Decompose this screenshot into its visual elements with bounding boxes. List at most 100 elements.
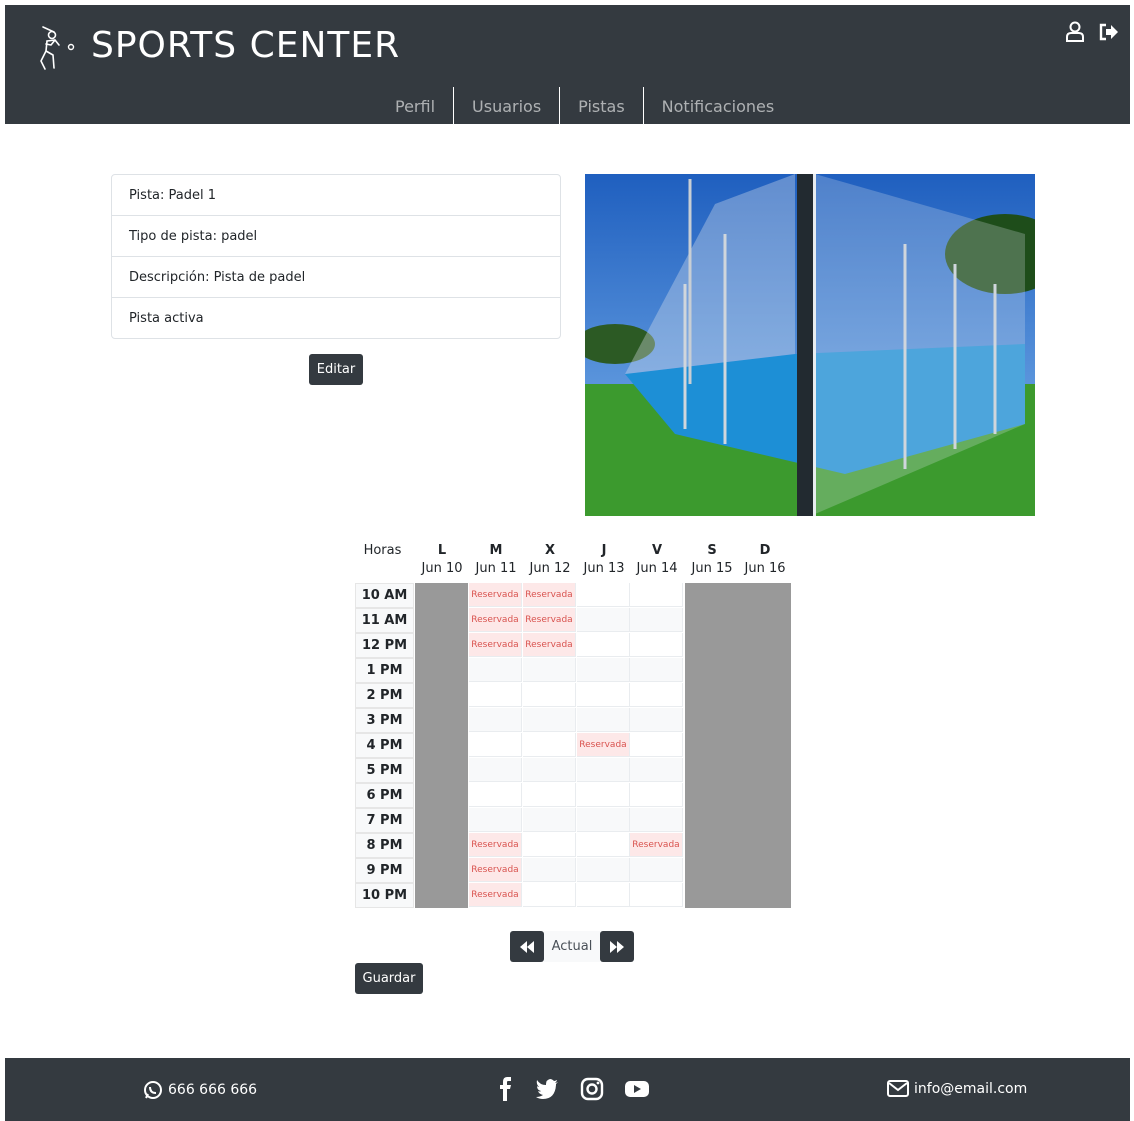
free-slot[interactable]	[577, 833, 630, 857]
free-slot[interactable]	[577, 658, 630, 682]
free-slot[interactable]	[577, 808, 630, 832]
free-slot[interactable]	[577, 608, 630, 632]
free-slot[interactable]	[523, 808, 576, 832]
nav-pistas[interactable]: Pistas	[559, 87, 643, 124]
reserved-slot: Reservada	[523, 583, 576, 607]
closed-slot	[685, 733, 738, 758]
brand-title[interactable]: SPORTS CENTER	[91, 25, 400, 66]
baseball-player-icon	[40, 26, 75, 70]
free-slot[interactable]	[523, 758, 576, 782]
free-slot[interactable]	[630, 858, 683, 882]
hour-label: 4 PM	[355, 733, 414, 758]
double-chevron-right-icon	[610, 940, 624, 953]
free-slot[interactable]	[630, 783, 683, 807]
free-slot[interactable]	[630, 683, 683, 707]
reserved-slot: Reservada	[469, 608, 522, 632]
free-slot[interactable]	[630, 758, 683, 782]
free-slot[interactable]	[523, 658, 576, 682]
free-slot[interactable]	[630, 608, 683, 632]
day-date: Jun 13	[583, 561, 625, 576]
free-slot[interactable]	[630, 708, 683, 732]
free-slot[interactable]	[577, 633, 630, 657]
hour-label: 1 PM	[355, 658, 414, 683]
closed-slot	[415, 758, 468, 783]
nav-perfil[interactable]: Perfil	[377, 87, 453, 124]
save-button[interactable]: Guardar	[355, 963, 423, 994]
free-slot[interactable]	[630, 808, 683, 832]
free-slot[interactable]	[577, 758, 630, 782]
closed-slot	[415, 733, 468, 758]
free-slot[interactable]	[523, 883, 576, 907]
twitter-icon[interactable]	[534, 1076, 560, 1102]
free-slot[interactable]	[630, 633, 683, 657]
court-description: Descripción: Pista de padel	[112, 256, 560, 297]
hour-label: 10 PM	[355, 883, 414, 908]
reserved-slot: Reservada	[469, 883, 522, 907]
free-slot[interactable]	[469, 808, 522, 832]
day-header: X Jun 12	[523, 538, 577, 580]
closed-slot	[415, 658, 468, 683]
free-slot[interactable]	[630, 883, 683, 907]
free-slot[interactable]	[630, 658, 683, 682]
free-slot[interactable]	[523, 733, 576, 757]
instagram-icon[interactable]	[579, 1076, 605, 1102]
nav-usuarios[interactable]: Usuarios	[453, 87, 559, 124]
free-slot[interactable]	[523, 783, 576, 807]
free-slot[interactable]	[577, 683, 630, 707]
free-slot[interactable]	[523, 708, 576, 732]
prev-week-button[interactable]	[510, 931, 544, 962]
hour-label: 3 PM	[355, 708, 414, 733]
closed-slot	[685, 683, 738, 708]
free-slot[interactable]	[630, 583, 683, 607]
free-slot[interactable]	[577, 708, 630, 732]
free-slot[interactable]	[469, 758, 522, 782]
user-icon[interactable]	[1065, 21, 1085, 43]
free-slot[interactable]	[577, 583, 630, 607]
footer-phone[interactable]: 666 666 666	[143, 1080, 257, 1100]
closed-slot	[415, 708, 468, 733]
closed-slot	[685, 858, 738, 883]
closed-slot	[685, 708, 738, 733]
free-slot[interactable]	[469, 783, 522, 807]
free-slot[interactable]	[469, 683, 522, 707]
free-slot[interactable]	[577, 883, 630, 907]
free-slot[interactable]	[523, 683, 576, 707]
day-date: Jun 10	[421, 561, 463, 576]
facebook-icon[interactable]	[493, 1076, 519, 1102]
reserved-slot: Reservada	[523, 608, 576, 632]
closed-slot	[415, 858, 468, 883]
closed-slot	[685, 583, 738, 608]
free-slot[interactable]	[577, 783, 630, 807]
logout-icon[interactable]	[1099, 21, 1119, 43]
closed-slot	[738, 733, 791, 758]
closed-slot	[685, 883, 738, 908]
next-week-button[interactable]	[600, 931, 634, 962]
hour-label: 9 PM	[355, 858, 414, 883]
hour-label: 5 PM	[355, 758, 414, 783]
current-week-button[interactable]: Actual	[544, 931, 600, 962]
day-letter: M	[489, 543, 503, 558]
free-slot[interactable]	[469, 658, 522, 682]
free-slot[interactable]	[523, 833, 576, 857]
court-name: Pista: Padel 1	[129, 187, 217, 203]
youtube-icon[interactable]	[624, 1076, 650, 1102]
day-header: S Jun 15	[685, 538, 739, 580]
closed-slot	[738, 708, 791, 733]
free-slot[interactable]	[630, 733, 683, 757]
footer-email[interactable]: info@email.com	[887, 1080, 1027, 1097]
closed-slot	[738, 683, 791, 708]
free-slot[interactable]	[577, 858, 630, 882]
reserved-slot: Reservada	[469, 858, 522, 882]
closed-slot	[685, 658, 738, 683]
nav-notificaciones[interactable]: Notificaciones	[642, 87, 793, 124]
main-nav: Perfil Usuarios Pistas Notificaciones	[377, 87, 792, 124]
edit-button[interactable]: Editar	[309, 354, 363, 385]
free-slot[interactable]	[469, 708, 522, 732]
day-date: Jun 16	[744, 561, 786, 576]
day-letter: S	[707, 543, 717, 558]
reserved-slot: Reservada	[469, 583, 522, 607]
free-slot[interactable]	[523, 858, 576, 882]
free-slot[interactable]	[469, 733, 522, 757]
footer: 666 666 666 info@email.com	[5, 1058, 1130, 1121]
closed-slot	[685, 758, 738, 783]
